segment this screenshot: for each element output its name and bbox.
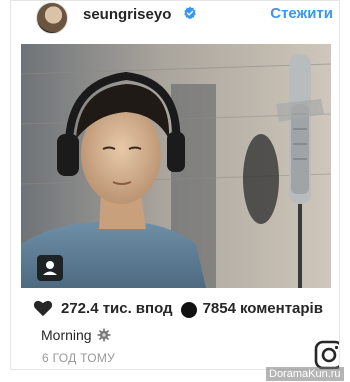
heart-icon[interactable]	[33, 299, 53, 317]
follow-button[interactable]: Стежити	[270, 5, 333, 22]
post-timestamp: 6 ГОД ТОМУ	[42, 351, 116, 365]
instagram-post-card: seungriseyo Стежити 272.4 тис. впод 7854…	[10, 0, 340, 370]
post-header: seungriseyo Стежити	[11, 1, 339, 41]
comments-count[interactable]: 7854	[203, 300, 236, 317]
caption: Morning	[41, 327, 111, 343]
likes-label: впод	[135, 299, 173, 317]
watermark: DoramaKun.ru	[266, 367, 344, 381]
avatar[interactable]	[36, 2, 68, 34]
post-photo-illustration	[21, 44, 331, 288]
username[interactable]: seungriseyo	[83, 6, 171, 23]
user-tag-icon[interactable]	[37, 255, 63, 281]
likes-count[interactable]: 272.4 тис.	[61, 300, 132, 317]
post-photo[interactable]	[21, 44, 331, 288]
gear-icon	[97, 328, 111, 342]
caption-text: Morning	[41, 327, 92, 343]
post-stats: 272.4 тис. впод 7854 коментарів	[33, 299, 323, 317]
comments-label: коментарів	[239, 299, 323, 317]
overlay-dot	[181, 302, 197, 318]
verified-badge-icon	[184, 6, 196, 20]
instagram-icon[interactable]	[314, 340, 340, 370]
